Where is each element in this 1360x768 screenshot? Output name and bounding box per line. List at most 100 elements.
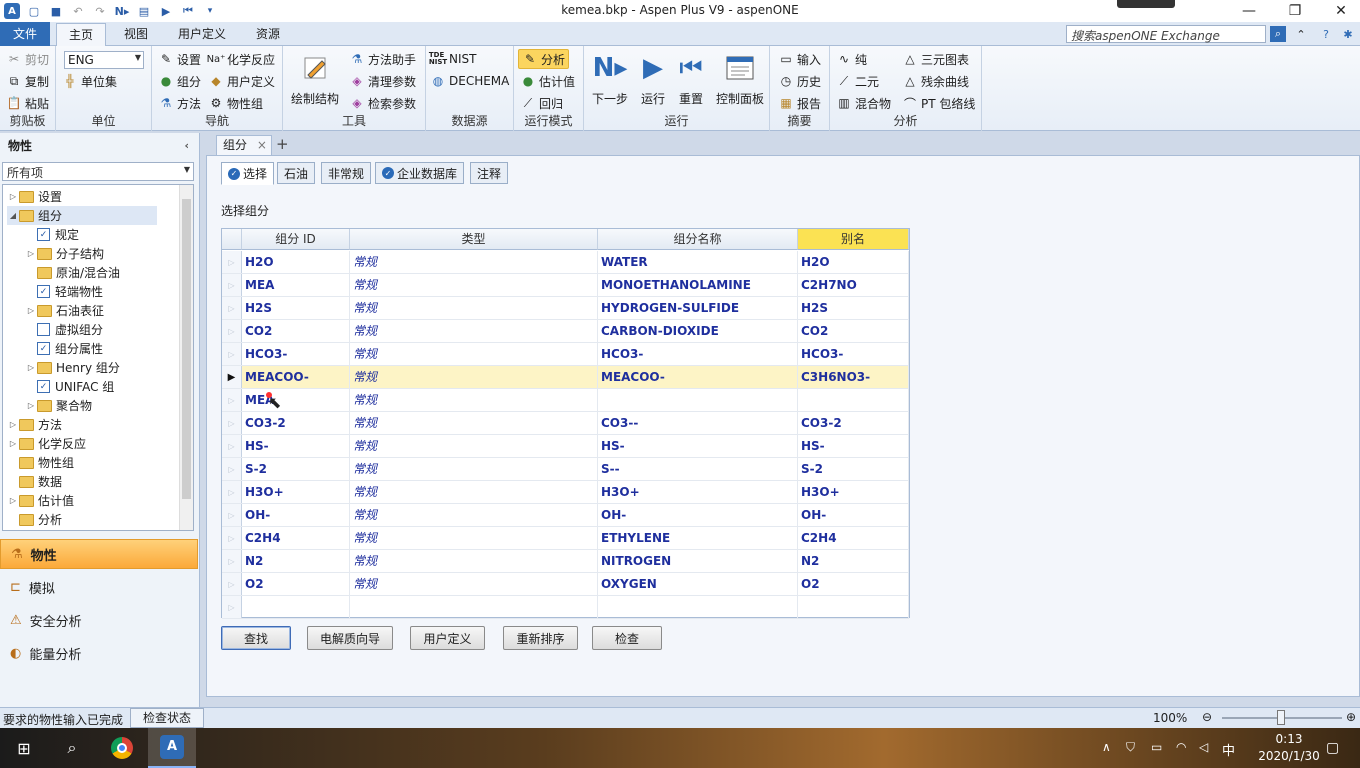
ime-indicator[interactable]: 中	[1222, 740, 1235, 759]
cell-id[interactable]: OH-	[242, 504, 350, 526]
cell-name[interactable]: HCO3-	[598, 343, 798, 365]
find-button[interactable]: 查找	[221, 626, 291, 650]
methods-button[interactable]: ⚗ 方法	[158, 93, 201, 113]
setup-button[interactable]: ✎ 设置	[158, 49, 201, 69]
binary-button[interactable]: ⟋ 二元	[836, 71, 879, 91]
cell-name[interactable]: NITROGEN	[598, 550, 798, 572]
table-row[interactable]: ▷ CO2 常规 CARBON-DIOXIDE CO2	[222, 320, 909, 343]
cell-id[interactable]: H3O+	[242, 481, 350, 503]
table-row[interactable]: ▷ CO3-2 常规 CO3-- CO3-2	[222, 412, 909, 435]
col-header-type[interactable]: 类型	[350, 229, 598, 250]
cell-alias[interactable]: C2H7NO	[798, 274, 909, 296]
methods-assistant-button[interactable]: ⚗ 方法助手	[349, 49, 416, 69]
cell-name[interactable]: HYDROGEN-SULFIDE	[598, 297, 798, 319]
new-icon[interactable]: ▢	[26, 3, 42, 19]
subtab-petroleum[interactable]: 石油	[277, 162, 316, 184]
tree-item[interactable]: 分析	[7, 510, 62, 529]
history-button[interactable]: ◷ 历史	[778, 71, 821, 91]
add-tab-button[interactable]: +	[276, 135, 289, 153]
cell-id[interactable]: H2O	[242, 251, 350, 273]
row-header[interactable]: ▷	[222, 458, 242, 480]
cell-name[interactable]: H3O+	[598, 481, 798, 503]
cut-button[interactable]: ✂ 剪切	[6, 49, 49, 69]
cell-name[interactable]: MONOETHANOLAMINE	[598, 274, 798, 296]
reset-qa-icon[interactable]: ⏮	[180, 3, 196, 19]
next-qa-icon[interactable]: N▸	[114, 3, 130, 19]
tree-item[interactable]: ▷ 聚合物	[25, 396, 92, 415]
copy-button[interactable]: ⧉ 复制	[6, 71, 49, 91]
row-header[interactable]: ▷	[222, 435, 242, 457]
tree-expander-icon[interactable]: ▷	[25, 306, 37, 315]
tree-scrollbar-thumb[interactable]	[182, 199, 191, 499]
tree-item[interactable]: ✓ 组分属性	[25, 339, 103, 358]
residue-button[interactable]: △ 残余曲线	[902, 71, 969, 91]
reset-button[interactable]: ⏮ 重置	[672, 50, 710, 107]
row-header[interactable]: ▷	[222, 481, 242, 503]
zoom-out-icon[interactable]: ⊖	[1202, 710, 1212, 724]
row-header[interactable]: ▷	[222, 504, 242, 526]
chem-reactions-button[interactable]: Na⁺ 化学反应	[207, 49, 275, 69]
cell-type[interactable]	[350, 596, 598, 618]
tab-file[interactable]: 文件	[0, 22, 50, 46]
paste-button[interactable]: 📋 粘贴	[6, 93, 50, 113]
cell-alias[interactable]	[798, 596, 909, 618]
table-row[interactable]: ▷ HS- 常规 HS- HS-	[222, 435, 909, 458]
table-row[interactable]: ▷ S-2 常规 S-- S-2	[222, 458, 909, 481]
tray-chevron-icon[interactable]: ∧	[1102, 740, 1111, 754]
table-row[interactable]: ▷	[222, 596, 909, 619]
taskbar-clock[interactable]: 0:13 2020/1/30	[1254, 731, 1324, 765]
cell-alias[interactable]: C2H4	[798, 527, 909, 549]
nist-button[interactable]: TDE NIST NIST	[429, 49, 477, 69]
aspen-logo-icon[interactable]: A	[4, 3, 20, 19]
table-row[interactable]: ▷ MEA 常规	[222, 389, 909, 412]
cell-name[interactable]: S--	[598, 458, 798, 480]
reorder-button[interactable]: 重新排序	[503, 626, 578, 650]
chrome-icon[interactable]	[98, 728, 146, 768]
tree-expander-icon[interactable]: ▷	[7, 496, 19, 505]
prop-sets-button[interactable]: ⚙ 物性组	[208, 93, 263, 113]
analysis-mode-button[interactable]: ✎ 分析	[518, 49, 570, 69]
cell-type[interactable]: 常规	[350, 550, 598, 572]
table-row[interactable]: ▷ HCO3- 常规 HCO3- HCO3-	[222, 343, 909, 366]
cell-type[interactable]: 常规	[350, 481, 598, 503]
cell-id[interactable]: CO2	[242, 320, 350, 342]
row-header[interactable]: ▷	[222, 596, 242, 618]
cell-alias[interactable]: O2	[798, 573, 909, 595]
subtab-selection[interactable]: ✓ 选择	[221, 162, 275, 185]
tree-item[interactable]: ▷ 方法	[7, 415, 62, 434]
zoom-in-icon[interactable]: ⊕	[1346, 710, 1356, 724]
tree-item[interactable]: ▷ 估计值	[7, 491, 74, 510]
cell-name[interactable]: CO3--	[598, 412, 798, 434]
tree-expander-icon[interactable]: ▷	[25, 249, 37, 258]
ternary-button[interactable]: △ 三元图表	[902, 49, 969, 69]
tree-item[interactable]: 虚拟组分	[25, 320, 103, 339]
cell-alias[interactable]: CO3-2	[798, 412, 909, 434]
cell-alias[interactable]: C3H6NO3-	[798, 366, 909, 388]
tab-resources[interactable]: 资源	[244, 23, 292, 46]
volume-icon[interactable]: ◁	[1199, 740, 1208, 754]
nav-section-3[interactable]: ◐ 能量分析	[0, 638, 198, 668]
col-header-alias[interactable]: 别名	[798, 229, 909, 250]
tab-customize[interactable]: 用户定义	[166, 23, 238, 46]
notification-icon[interactable]: ▢	[1326, 740, 1339, 756]
zoom-slider-thumb[interactable]	[1277, 710, 1285, 725]
control-panel-button[interactable]: 控制面板	[712, 50, 768, 107]
cell-id[interactable]: HS-	[242, 435, 350, 457]
tree-item[interactable]: ▷ 设置	[7, 187, 62, 206]
cell-type[interactable]: 常规	[350, 297, 598, 319]
input-button[interactable]: ▭ 输入	[778, 49, 821, 69]
cell-type[interactable]: 常规	[350, 435, 598, 457]
restore-button[interactable]: ❐	[1272, 0, 1318, 22]
cell-type[interactable]: 常规	[350, 389, 598, 411]
customize-qa-icon[interactable]: ▾	[202, 3, 218, 19]
tab-home[interactable]: 主页	[56, 23, 107, 47]
cell-name[interactable]: OH-	[598, 504, 798, 526]
table-row[interactable]: ▷ N2 常规 NITROGEN N2	[222, 550, 909, 573]
tree-expander-icon[interactable]: ◢	[7, 211, 19, 220]
units-select[interactable]: ENG ▼	[64, 51, 144, 69]
tree-expander-icon[interactable]: ▷	[7, 420, 19, 429]
cell-type[interactable]: 常规	[350, 366, 598, 388]
tree-scrollbar[interactable]	[179, 185, 193, 530]
search-icon[interactable]: ⌕	[48, 728, 96, 768]
tree-item[interactable]: ▷ 石油表征	[25, 301, 104, 320]
